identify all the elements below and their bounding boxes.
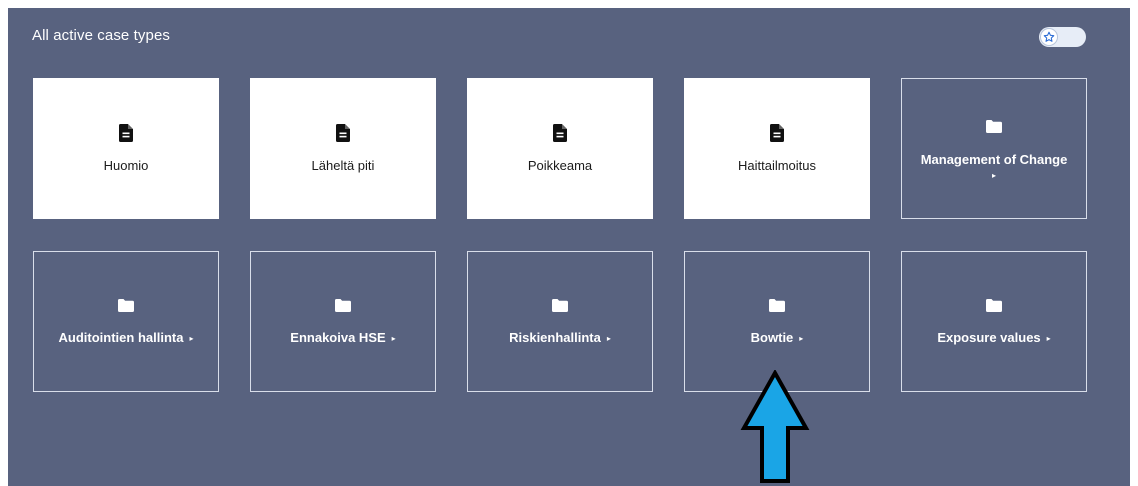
tile-auditointien-hallinta[interactable]: Auditointien hallinta ▸ <box>33 251 219 392</box>
caret-right-icon: ▸ <box>1046 334 1051 343</box>
tile-label: Huomio <box>103 157 149 173</box>
tile-label-text: Auditointien hallinta <box>58 330 184 345</box>
folder-icon <box>986 295 1002 315</box>
folder-icon <box>552 295 568 315</box>
tile-riskienhallinta[interactable]: Riskienhallinta ▸ <box>467 251 653 392</box>
tile-label: Ennakoiva HSE ▸ <box>282 329 403 348</box>
document-icon <box>336 123 350 143</box>
favorites-toggle[interactable] <box>1039 27 1086 47</box>
caret-right-icon: ▸ <box>189 334 194 343</box>
tile-huomio[interactable]: Huomio <box>33 78 219 219</box>
document-icon <box>553 123 567 143</box>
tile-management-of-change[interactable]: Management of Change ▸ <box>901 78 1087 219</box>
tile-label: Poikkeama <box>527 157 593 173</box>
tile-ennakoiva-hse[interactable]: Ennakoiva HSE ▸ <box>250 251 436 392</box>
tile-label-text: Exposure values <box>937 330 1041 345</box>
tile-label-text: Management of Change <box>920 151 1068 167</box>
folder-icon <box>769 295 785 315</box>
tile-label: Riskienhallinta ▸ <box>501 329 619 348</box>
document-icon <box>770 123 784 143</box>
document-icon <box>119 123 133 143</box>
tile-label: Bowtie ▸ <box>743 329 812 348</box>
folder-icon <box>118 295 134 315</box>
tile-exposure-values[interactable]: Exposure values ▸ <box>901 251 1087 392</box>
panel-title: All active case types <box>32 27 170 44</box>
tile-label: Läheltä piti <box>311 157 375 173</box>
tile-laheltapiti[interactable]: Läheltä piti <box>250 78 436 219</box>
tile-label: Auditointien hallinta ▸ <box>51 329 202 348</box>
tile-label: Haittailmoitus <box>737 157 817 173</box>
tile-label-text: Riskienhallinta <box>509 330 601 345</box>
caret-right-icon: ▸ <box>606 334 611 343</box>
tile-label-text: Bowtie <box>750 330 794 345</box>
folder-icon <box>986 117 1002 137</box>
folder-icon <box>335 295 351 315</box>
case-types-panel: All active case types Huomio Läheltä pit… <box>8 8 1130 486</box>
tile-poikkeama[interactable]: Poikkeama <box>467 78 653 219</box>
tile-label: Exposure values ▸ <box>929 329 1058 348</box>
up-arrow-icon <box>740 370 810 483</box>
caret-right-icon: ▸ <box>391 334 396 343</box>
caret-right-icon: ▸ <box>991 170 996 180</box>
tile-label: Management of Change ▸ <box>913 151 1076 181</box>
tile-haittailmoitus[interactable]: Haittailmoitus <box>684 78 870 219</box>
star-icon <box>1040 28 1058 46</box>
tile-label-text: Ennakoiva HSE <box>290 330 386 345</box>
caret-right-icon: ▸ <box>799 334 804 343</box>
